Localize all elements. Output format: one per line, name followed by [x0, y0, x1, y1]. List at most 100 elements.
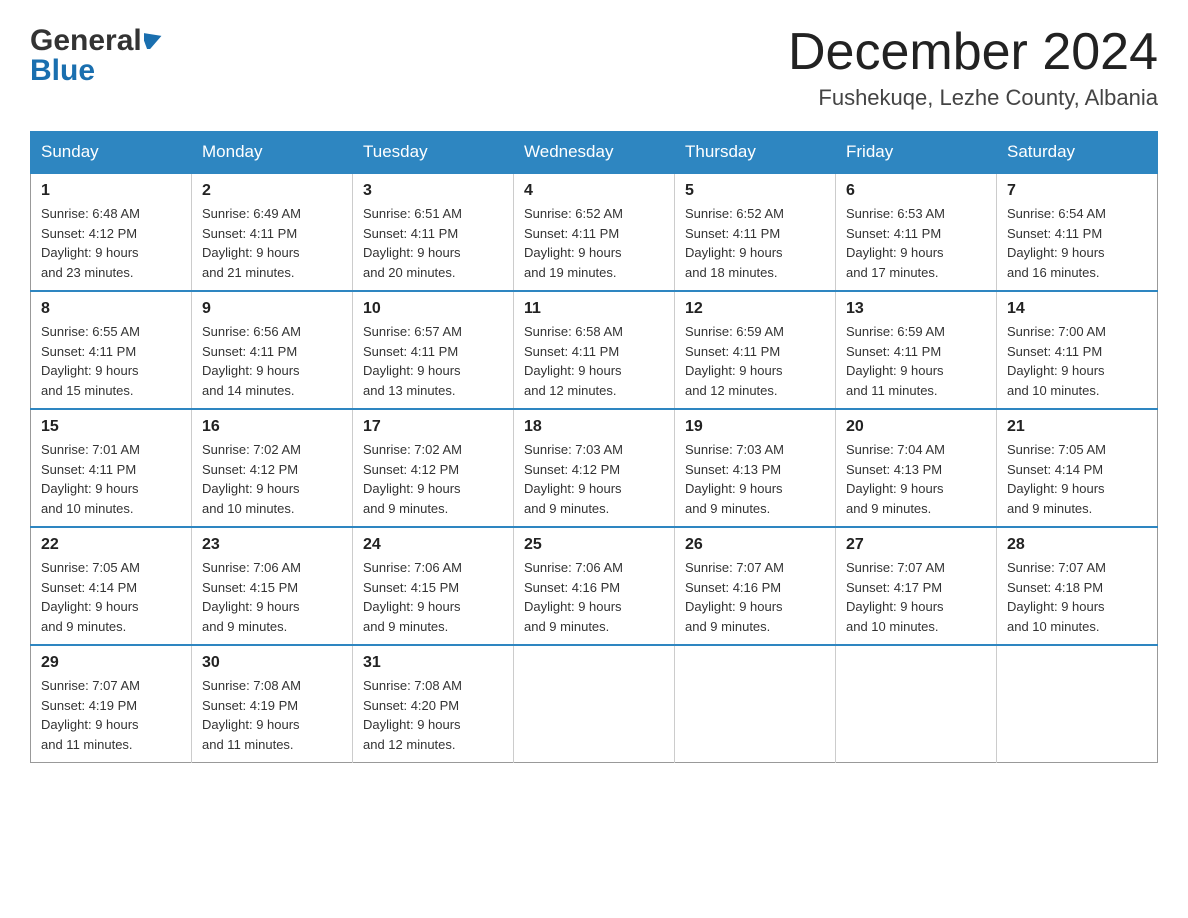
day-info: Sunrise: 7:03 AM Sunset: 4:13 PM Dayligh… [685, 440, 825, 518]
day-info: Sunrise: 6:49 AM Sunset: 4:11 PM Dayligh… [202, 204, 342, 282]
day-info: Sunrise: 6:52 AM Sunset: 4:11 PM Dayligh… [524, 204, 664, 282]
day-info: Sunrise: 7:00 AM Sunset: 4:11 PM Dayligh… [1007, 322, 1147, 400]
logo: General Blue [30, 24, 162, 88]
calendar-week-row: 29 Sunrise: 7:07 AM Sunset: 4:19 PM Dayl… [31, 645, 1158, 763]
day-info: Sunrise: 6:56 AM Sunset: 4:11 PM Dayligh… [202, 322, 342, 400]
day-info: Sunrise: 7:07 AM Sunset: 4:17 PM Dayligh… [846, 558, 986, 636]
calendar-cell: 26 Sunrise: 7:07 AM Sunset: 4:16 PM Dayl… [675, 527, 836, 645]
weekday-header-sunday: Sunday [31, 132, 192, 174]
day-number: 16 [202, 418, 342, 436]
day-info: Sunrise: 7:06 AM Sunset: 4:15 PM Dayligh… [202, 558, 342, 636]
day-info: Sunrise: 7:01 AM Sunset: 4:11 PM Dayligh… [41, 440, 181, 518]
day-info: Sunrise: 7:03 AM Sunset: 4:12 PM Dayligh… [524, 440, 664, 518]
day-number: 7 [1007, 182, 1147, 200]
title-section: December 2024 Fushekuqe, Lezhe County, A… [788, 24, 1158, 111]
day-info: Sunrise: 7:02 AM Sunset: 4:12 PM Dayligh… [202, 440, 342, 518]
day-info: Sunrise: 7:07 AM Sunset: 4:19 PM Dayligh… [41, 676, 181, 754]
day-number: 14 [1007, 300, 1147, 318]
day-number: 9 [202, 300, 342, 318]
calendar-cell [836, 645, 997, 763]
calendar-cell: 15 Sunrise: 7:01 AM Sunset: 4:11 PM Dayl… [31, 409, 192, 527]
calendar-cell: 9 Sunrise: 6:56 AM Sunset: 4:11 PM Dayli… [192, 291, 353, 409]
day-info: Sunrise: 7:06 AM Sunset: 4:15 PM Dayligh… [363, 558, 503, 636]
day-number: 5 [685, 182, 825, 200]
calendar-cell: 7 Sunrise: 6:54 AM Sunset: 4:11 PM Dayli… [997, 173, 1158, 291]
weekday-header-monday: Monday [192, 132, 353, 174]
day-info: Sunrise: 7:05 AM Sunset: 4:14 PM Dayligh… [41, 558, 181, 636]
calendar-week-row: 15 Sunrise: 7:01 AM Sunset: 4:11 PM Dayl… [31, 409, 1158, 527]
logo-general-text: General [30, 24, 142, 58]
calendar-cell: 23 Sunrise: 7:06 AM Sunset: 4:15 PM Dayl… [192, 527, 353, 645]
calendar-cell: 14 Sunrise: 7:00 AM Sunset: 4:11 PM Dayl… [997, 291, 1158, 409]
day-number: 24 [363, 536, 503, 554]
day-number: 11 [524, 300, 664, 318]
calendar-cell: 2 Sunrise: 6:49 AM Sunset: 4:11 PM Dayli… [192, 173, 353, 291]
calendar-cell: 13 Sunrise: 6:59 AM Sunset: 4:11 PM Dayl… [836, 291, 997, 409]
weekday-header-saturday: Saturday [997, 132, 1158, 174]
calendar-cell: 1 Sunrise: 6:48 AM Sunset: 4:12 PM Dayli… [31, 173, 192, 291]
calendar-cell: 17 Sunrise: 7:02 AM Sunset: 4:12 PM Dayl… [353, 409, 514, 527]
calendar-week-row: 8 Sunrise: 6:55 AM Sunset: 4:11 PM Dayli… [31, 291, 1158, 409]
calendar-table: SundayMondayTuesdayWednesdayThursdayFrid… [30, 131, 1158, 763]
day-info: Sunrise: 6:51 AM Sunset: 4:11 PM Dayligh… [363, 204, 503, 282]
day-number: 22 [41, 536, 181, 554]
calendar-week-row: 1 Sunrise: 6:48 AM Sunset: 4:12 PM Dayli… [31, 173, 1158, 291]
calendar-cell [675, 645, 836, 763]
day-number: 3 [363, 182, 503, 200]
day-number: 26 [685, 536, 825, 554]
day-number: 21 [1007, 418, 1147, 436]
weekday-header-wednesday: Wednesday [514, 132, 675, 174]
day-number: 29 [41, 654, 181, 672]
day-info: Sunrise: 7:08 AM Sunset: 4:19 PM Dayligh… [202, 676, 342, 754]
calendar-cell: 6 Sunrise: 6:53 AM Sunset: 4:11 PM Dayli… [836, 173, 997, 291]
day-info: Sunrise: 6:58 AM Sunset: 4:11 PM Dayligh… [524, 322, 664, 400]
calendar-cell: 30 Sunrise: 7:08 AM Sunset: 4:19 PM Dayl… [192, 645, 353, 763]
calendar-cell [514, 645, 675, 763]
day-number: 4 [524, 182, 664, 200]
day-info: Sunrise: 7:04 AM Sunset: 4:13 PM Dayligh… [846, 440, 986, 518]
day-info: Sunrise: 6:59 AM Sunset: 4:11 PM Dayligh… [846, 322, 986, 400]
day-number: 12 [685, 300, 825, 318]
day-info: Sunrise: 6:55 AM Sunset: 4:11 PM Dayligh… [41, 322, 181, 400]
calendar-cell: 25 Sunrise: 7:06 AM Sunset: 4:16 PM Dayl… [514, 527, 675, 645]
location-title: Fushekuqe, Lezhe County, Albania [788, 85, 1158, 111]
day-info: Sunrise: 6:59 AM Sunset: 4:11 PM Dayligh… [685, 322, 825, 400]
weekday-header-tuesday: Tuesday [353, 132, 514, 174]
calendar-cell [997, 645, 1158, 763]
calendar-cell: 19 Sunrise: 7:03 AM Sunset: 4:13 PM Dayl… [675, 409, 836, 527]
day-number: 18 [524, 418, 664, 436]
calendar-cell: 18 Sunrise: 7:03 AM Sunset: 4:12 PM Dayl… [514, 409, 675, 527]
calendar-cell: 20 Sunrise: 7:04 AM Sunset: 4:13 PM Dayl… [836, 409, 997, 527]
day-info: Sunrise: 7:05 AM Sunset: 4:14 PM Dayligh… [1007, 440, 1147, 518]
calendar-cell: 10 Sunrise: 6:57 AM Sunset: 4:11 PM Dayl… [353, 291, 514, 409]
calendar-cell: 8 Sunrise: 6:55 AM Sunset: 4:11 PM Dayli… [31, 291, 192, 409]
logo-triangle-icon [144, 29, 162, 54]
day-number: 25 [524, 536, 664, 554]
day-info: Sunrise: 6:54 AM Sunset: 4:11 PM Dayligh… [1007, 204, 1147, 282]
calendar-cell: 5 Sunrise: 6:52 AM Sunset: 4:11 PM Dayli… [675, 173, 836, 291]
day-info: Sunrise: 6:53 AM Sunset: 4:11 PM Dayligh… [846, 204, 986, 282]
calendar-cell: 21 Sunrise: 7:05 AM Sunset: 4:14 PM Dayl… [997, 409, 1158, 527]
day-number: 1 [41, 182, 181, 200]
calendar-cell: 28 Sunrise: 7:07 AM Sunset: 4:18 PM Dayl… [997, 527, 1158, 645]
day-info: Sunrise: 6:57 AM Sunset: 4:11 PM Dayligh… [363, 322, 503, 400]
logo-blue-text: Blue [30, 54, 95, 87]
calendar-cell: 11 Sunrise: 6:58 AM Sunset: 4:11 PM Dayl… [514, 291, 675, 409]
weekday-header-friday: Friday [836, 132, 997, 174]
day-info: Sunrise: 7:02 AM Sunset: 4:12 PM Dayligh… [363, 440, 503, 518]
day-info: Sunrise: 7:06 AM Sunset: 4:16 PM Dayligh… [524, 558, 664, 636]
day-number: 8 [41, 300, 181, 318]
page-header: General Blue December 2024 Fushekuqe, Le… [30, 24, 1158, 111]
day-number: 27 [846, 536, 986, 554]
day-number: 28 [1007, 536, 1147, 554]
day-info: Sunrise: 7:08 AM Sunset: 4:20 PM Dayligh… [363, 676, 503, 754]
day-info: Sunrise: 7:07 AM Sunset: 4:16 PM Dayligh… [685, 558, 825, 636]
calendar-cell: 24 Sunrise: 7:06 AM Sunset: 4:15 PM Dayl… [353, 527, 514, 645]
day-info: Sunrise: 7:07 AM Sunset: 4:18 PM Dayligh… [1007, 558, 1147, 636]
day-number: 15 [41, 418, 181, 436]
day-number: 19 [685, 418, 825, 436]
calendar-cell: 4 Sunrise: 6:52 AM Sunset: 4:11 PM Dayli… [514, 173, 675, 291]
day-number: 30 [202, 654, 342, 672]
day-info: Sunrise: 6:48 AM Sunset: 4:12 PM Dayligh… [41, 204, 181, 282]
month-title: December 2024 [788, 24, 1158, 81]
